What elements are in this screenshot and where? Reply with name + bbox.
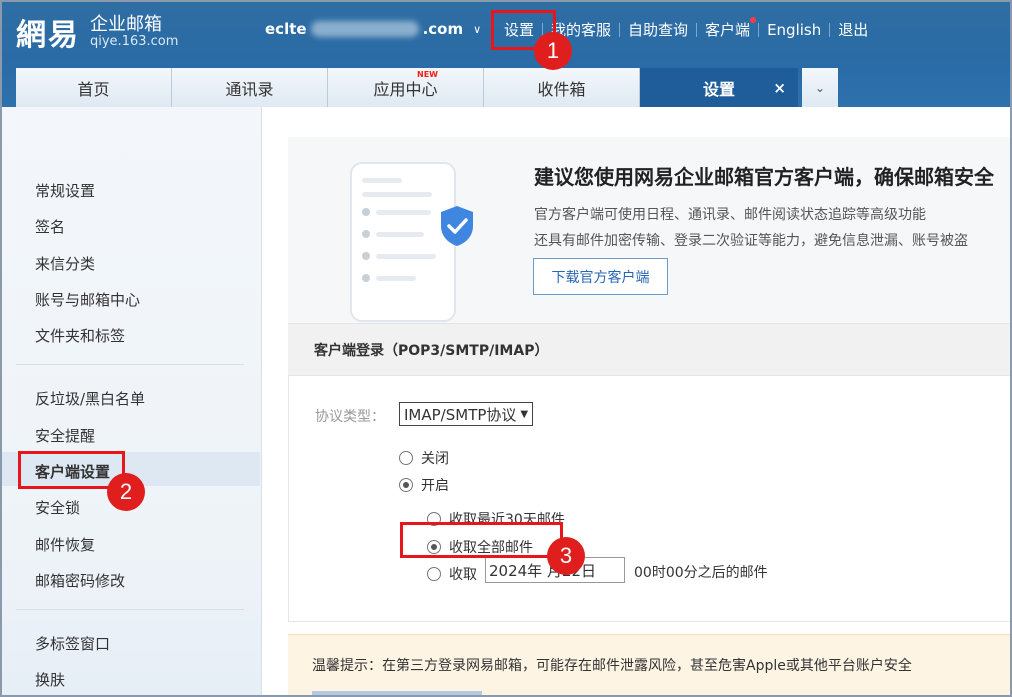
nav-client[interactable]: 客户端 <box>697 17 758 40</box>
sidebar-item-multi-tab[interactable]: 多标签窗口 <box>35 633 110 654</box>
new-badge: NEW <box>417 70 438 79</box>
sidebar-item-antispam[interactable]: 反垃圾/黑白名单 <box>35 388 145 409</box>
tab-label: 首页 <box>77 79 110 99</box>
chevron-down-icon: ∨ <box>473 22 482 36</box>
shield-check-icon <box>441 206 473 246</box>
radio-circle <box>399 478 413 492</box>
sidebar-item-accounts[interactable]: 账号与邮箱中心 <box>35 289 140 310</box>
logo-mark: 網易 <box>16 18 80 53</box>
radio-label: 开启 <box>421 478 449 494</box>
protocol-select-value: IMAP/SMTP协议 <box>404 405 517 424</box>
section-title: 客户端登录（POP3/SMTP/IMAP） <box>288 323 1010 376</box>
account-menu[interactable]: eclte .com ∨ <box>265 20 481 38</box>
logo-subtitle: qiye.163.com <box>90 33 179 49</box>
sidebar-divider <box>16 609 244 610</box>
account-redacted <box>310 21 419 37</box>
highlight-box-all-mail <box>400 522 563 558</box>
sidebar-item-mail-recovery[interactable]: 邮件恢复 <box>35 534 95 555</box>
sidebar-item-skin[interactable]: 换肤 <box>35 669 65 690</box>
main-content: 建议您使用网易企业邮箱官方客户端，确保邮箱安全 官方客户端可使用日程、通讯录、邮… <box>262 107 1010 695</box>
brand-logo[interactable]: 網易 企业邮箱 qiye.163.com <box>16 10 178 54</box>
tip-link[interactable] <box>312 691 482 695</box>
account-suffix: .com <box>422 20 464 38</box>
radio-circle <box>399 451 413 465</box>
after-date-text: 00时00分之后的邮件 <box>634 565 768 581</box>
radio-label: 收取 <box>449 567 477 583</box>
radio-on[interactable]: 开启 <box>399 475 449 495</box>
promo-title: 建议您使用网易企业邮箱官方客户端，确保邮箱安全 <box>534 165 994 189</box>
sidebar-item-signature[interactable]: 签名 <box>35 216 65 237</box>
protocol-label: 协议类型： <box>315 409 385 425</box>
tab-label: 收件箱 <box>537 79 586 99</box>
warning-tip: 温馨提示：在第三方登录网易邮箱，可能存在邮件泄露风险，甚至危害Apple或其他平… <box>288 634 1010 695</box>
nav-logout[interactable]: 退出 <box>830 19 876 40</box>
client-login-panel: 协议类型： IMAP/SMTP协议 ▼ 关闭 开启 收取最近30天邮件 收取全部… <box>288 376 1010 622</box>
sidebar-item-security-lock[interactable]: 安全锁 <box>35 497 80 518</box>
radio-since-date[interactable]: 收取 <box>427 564 477 584</box>
tab-settings[interactable]: 设置 × <box>640 68 798 107</box>
tab-contacts[interactable]: 通讯录 <box>172 68 328 107</box>
promo-description-1: 官方客户端可使用日程、通讯录、邮件阅读状态追踪等高级功能 <box>534 207 926 223</box>
nav-english[interactable]: English <box>759 21 829 39</box>
tip-text: 温馨提示：在第三方登录网易邮箱，可能存在邮件泄露风险，甚至危害Apple或其他平… <box>312 658 912 674</box>
radio-circle <box>427 567 441 581</box>
sidebar-item-folders[interactable]: 文件夹和标签 <box>35 325 125 346</box>
sidebar-divider <box>16 364 244 365</box>
chevron-down-icon: ▼ <box>520 408 529 420</box>
step-badge-2: 2 <box>107 473 145 511</box>
sidebar-item-general[interactable]: 常规设置 <box>35 180 95 201</box>
nav-self-query[interactable]: 自助查询 <box>620 19 696 40</box>
logo-title: 企业邮箱 <box>90 13 162 35</box>
chevron-down-icon: ⌄ <box>814 80 826 95</box>
protocol-select[interactable]: IMAP/SMTP协议 ▼ <box>399 402 534 426</box>
screenshot-frame: 網易 企业邮箱 qiye.163.com eclte .com ∨ 设置 我的客… <box>0 0 1012 697</box>
radio-label: 关闭 <box>421 451 449 467</box>
step-badge-3: 3 <box>547 537 585 575</box>
radio-off[interactable]: 关闭 <box>399 448 449 468</box>
promo-description-2: 还具有邮件加密传输、登录二次验证等能力，避免信息泄漏、账号被盗 <box>534 233 968 249</box>
tab-label: 设置 <box>702 79 735 99</box>
tab-home[interactable]: 首页 <box>16 68 172 107</box>
tab-app-center[interactable]: 应用中心 NEW <box>328 68 484 107</box>
tab-more-button[interactable]: ⌄ <box>802 68 838 107</box>
settings-sidebar: 常规设置 签名 来信分类 账号与邮箱中心 文件夹和标签 反垃圾/黑白名单 安全提… <box>2 107 262 695</box>
download-client-button[interactable]: 下载官方客户端 <box>533 258 668 295</box>
close-icon[interactable]: × <box>773 79 786 97</box>
sidebar-item-security-alert[interactable]: 安全提醒 <box>35 425 95 446</box>
account-prefix: eclte <box>265 20 307 38</box>
sidebar-item-password[interactable]: 邮箱密码修改 <box>35 570 125 591</box>
sidebar-item-filters[interactable]: 来信分类 <box>35 253 95 274</box>
tab-label: 通讯录 <box>225 79 274 99</box>
tab-bar: 首页 通讯录 应用中心 NEW 收件箱 设置 × ⌄ <box>16 68 838 107</box>
step-badge-1: 1 <box>534 32 572 70</box>
tab-label: 应用中心 <box>373 79 438 99</box>
tab-inbox[interactable]: 收件箱 <box>484 68 640 107</box>
client-promo-banner: 建议您使用网易企业邮箱官方客户端，确保邮箱安全 官方客户端可使用日程、通讯录、邮… <box>288 137 1010 323</box>
